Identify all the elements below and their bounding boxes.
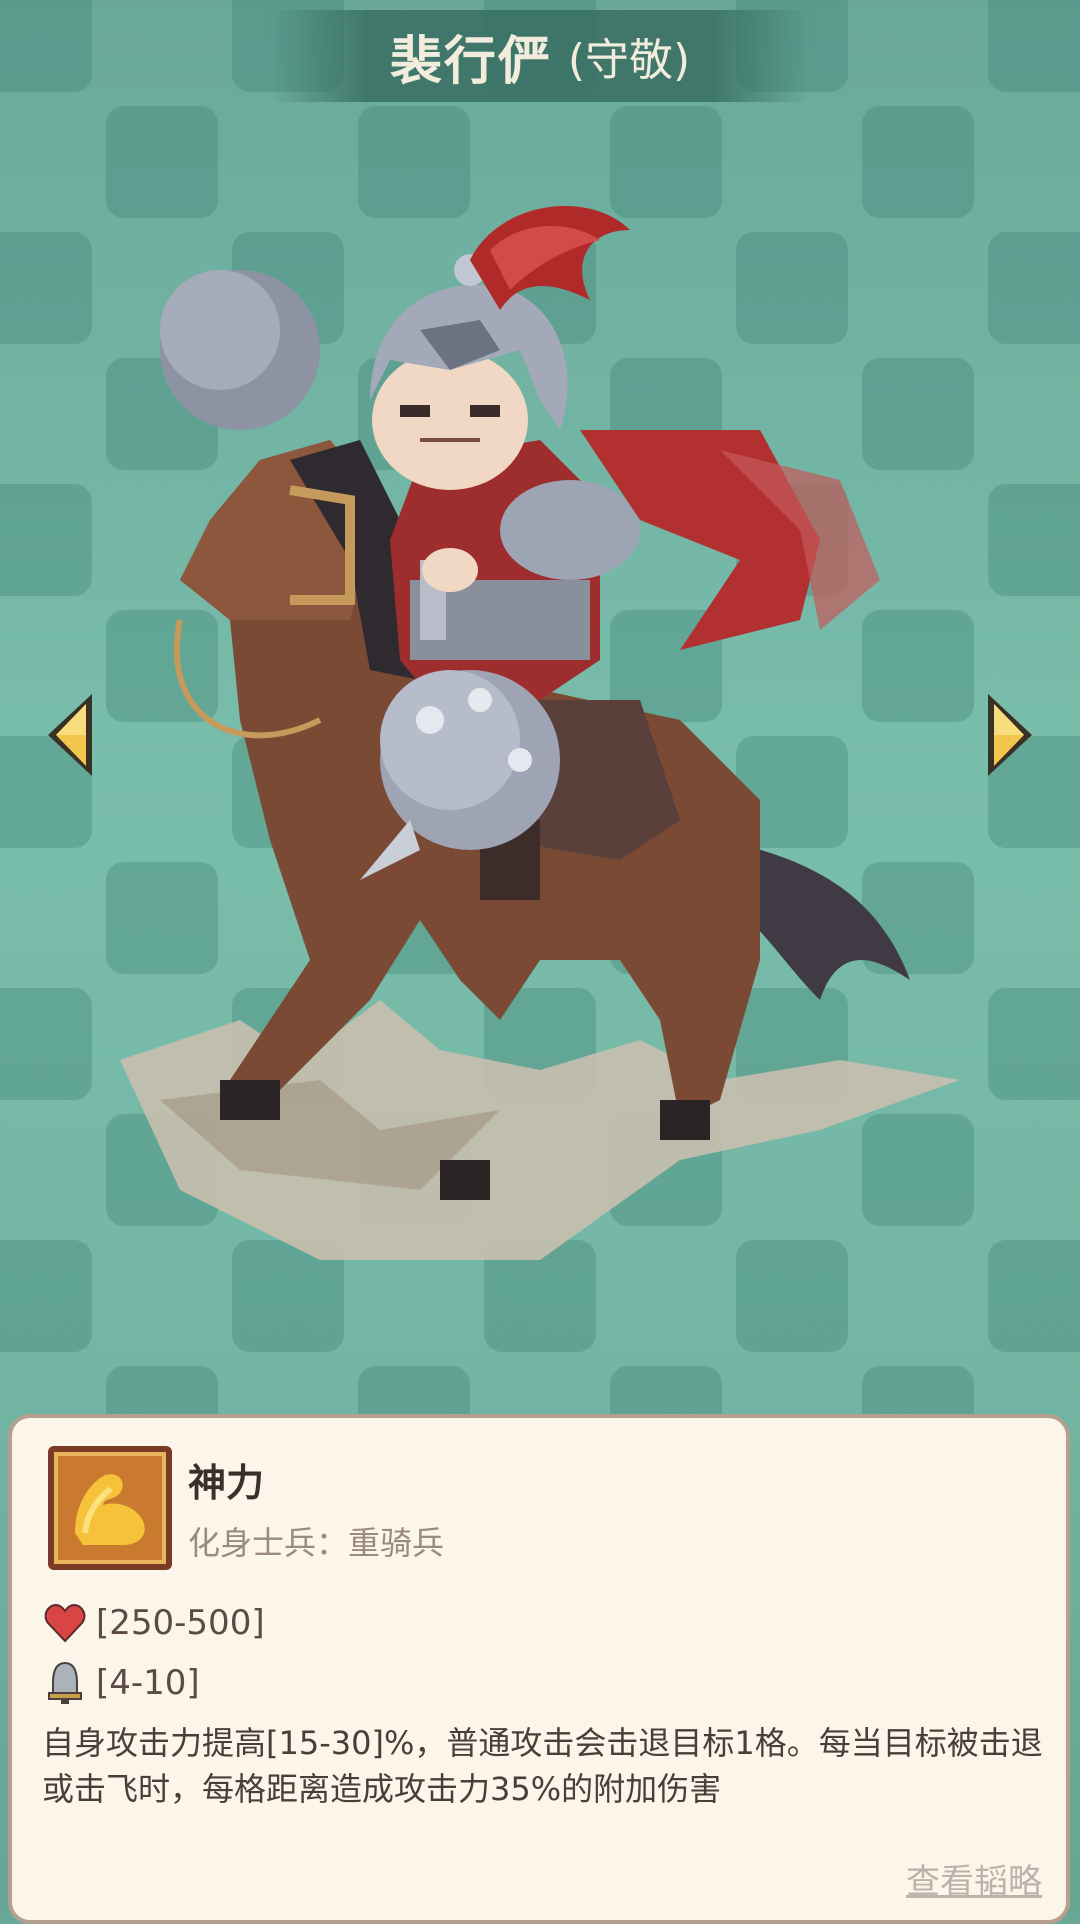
skill-subtitle: 化身士兵：重骑兵: [188, 1524, 445, 1562]
attack-range-stat: [4-10]: [42, 1660, 200, 1706]
background-tile: [988, 0, 1080, 92]
hp-range-value: [250-500]: [96, 1603, 265, 1643]
skill-description: 自身攻击力提高[15-30]%，普通攻击会击退目标1格。每当目标被击退或击飞时，…: [42, 1724, 1043, 1808]
background-tile: [988, 988, 1080, 1100]
background-tile: [988, 1240, 1080, 1352]
hero-courtesy-name: (守敬): [567, 35, 691, 86]
background-tile: [988, 484, 1080, 596]
bell-icon: [42, 1660, 88, 1706]
skill-panel: 神力 化身士兵：重骑兵 [250-500] [4-10] 自身攻击力提高[15-…: [8, 1414, 1070, 1924]
hero-portrait: [120, 200, 980, 1300]
hp-stat: [250-500]: [42, 1600, 265, 1646]
skill-name: 神力: [188, 1461, 265, 1505]
background-tile: [0, 484, 92, 596]
view-strategy-link[interactable]: 查看韬略: [906, 1854, 1042, 1903]
background-tile: [0, 0, 92, 92]
hero-name: 裴行俨: [389, 31, 552, 92]
hero-title: 裴行俨 (守敬): [270, 10, 810, 102]
prev-hero-button[interactable]: [42, 690, 98, 780]
heart-icon: [42, 1600, 88, 1646]
chevron-left-icon: [48, 694, 92, 776]
chevron-right-icon: [988, 694, 1032, 776]
background-tile: [0, 1240, 92, 1352]
mounted-warrior-illustration: [120, 206, 960, 1260]
next-hero-button[interactable]: [982, 690, 1038, 780]
background-tile: [0, 232, 92, 344]
skill-icon-frame: [48, 1446, 172, 1570]
flexed-arm-icon: [54, 1452, 166, 1564]
background-tile: [988, 232, 1080, 344]
attack-range-value: [4-10]: [96, 1663, 200, 1703]
background-tile: [0, 988, 92, 1100]
